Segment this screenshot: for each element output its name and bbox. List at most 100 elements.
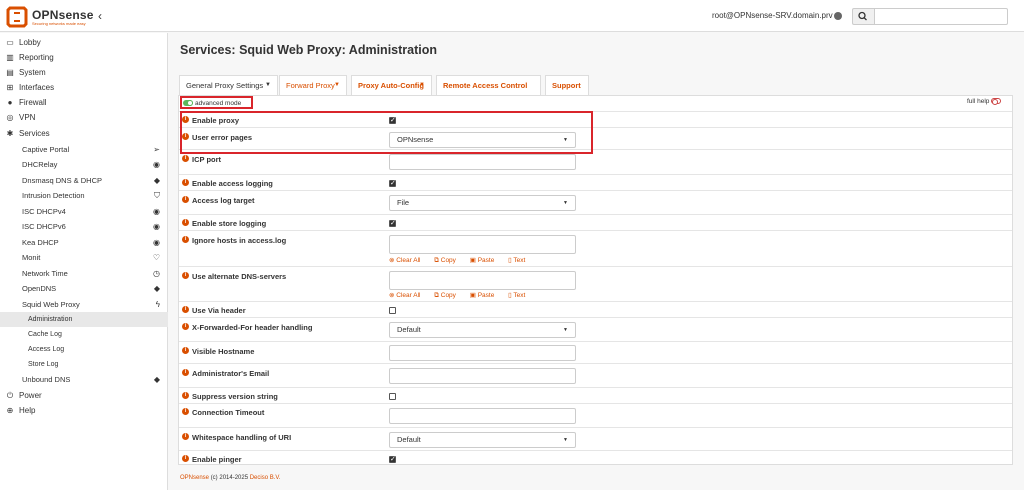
sidebar-item-opendns[interactable]: OpenDNS ◆ (0, 281, 168, 296)
top-bar: OPNsense Securing networks made easy ‹ r… (0, 0, 1024, 32)
enable-pinger-checkbox[interactable] (389, 455, 396, 463)
caret-down-icon: ▼ (419, 82, 425, 88)
sidebar-item-dhcrelay[interactable]: DHCRelay ◉ (0, 157, 168, 172)
copy-label: Copy (440, 257, 456, 264)
collapse-sidebar-icon[interactable]: ‹ (98, 9, 102, 23)
sidebar-item-store-log[interactable]: Store Log (0, 357, 168, 372)
whitespace-handling-select[interactable]: Default ▼ (389, 432, 576, 448)
paste-link[interactable]: ▣ Paste (470, 257, 501, 264)
info-icon[interactable]: i (182, 219, 189, 226)
footer: OPNsense (c) 2014-2025 Deciso B.V. (180, 475, 281, 481)
full-help-label: full help (967, 98, 990, 105)
field-label: Ignore hosts in access.log (192, 236, 287, 245)
info-icon[interactable]: i (182, 408, 189, 415)
x-forwarded-for-select[interactable]: Default ▼ (389, 322, 576, 338)
sidebar-item-captive-portal[interactable]: Captive Portal ➢ (0, 142, 168, 157)
info-icon[interactable]: i (182, 272, 189, 279)
user-account[interactable]: root@OPNsense-SRV.domain.prv (712, 11, 833, 20)
icp-port-input[interactable] (389, 154, 576, 170)
use-via-header-checkbox[interactable] (389, 307, 396, 314)
footer-brand-link[interactable]: OPNsense (180, 475, 209, 481)
opnsense-logo[interactable]: OPNsense Securing networks made easy (6, 6, 96, 28)
field-label: Administrator's Email (192, 369, 270, 378)
tab-forward-proxy[interactable]: Forward Proxy ▼ (279, 75, 347, 95)
copy-link[interactable]: ⧉ Copy (434, 257, 462, 264)
administrator-email-input[interactable] (389, 368, 576, 384)
text-label: Text (513, 292, 526, 299)
sidebar-item-services[interactable]: ✱ Services (0, 126, 168, 141)
sidebar-item-vpn[interactable]: ◎ VPN (0, 110, 168, 125)
info-icon[interactable]: i (182, 433, 189, 440)
sidebar-item-system[interactable]: ▤ System (0, 65, 168, 80)
globe-icon: ◎ (6, 113, 14, 122)
copy-link[interactable]: ⧉ Copy (434, 292, 462, 299)
tab-label: General Proxy Settings (186, 81, 264, 90)
sidebar-item-network-time[interactable]: Network Time ◷ (0, 266, 168, 281)
sidebar-item-squid-web-proxy[interactable]: Squid Web Proxy ϟ (0, 297, 168, 312)
field-label: Enable store logging (192, 219, 267, 228)
sidebar-item-monit[interactable]: Monit ♡ (0, 250, 168, 265)
sidebar-item-isc-dhcpv4[interactable]: ISC DHCPv4 ◉ (0, 204, 168, 219)
info-icon[interactable]: i (182, 347, 189, 354)
info-icon[interactable]: i (182, 196, 189, 203)
info-icon[interactable]: i (182, 179, 189, 186)
suppress-version-checkbox[interactable] (389, 393, 396, 400)
select-value: Default (397, 435, 421, 444)
tab-remote-access-control-lists[interactable]: Remote Access Control Lists (436, 75, 541, 109)
ignore-hosts-tokens-input[interactable] (389, 235, 576, 254)
info-icon[interactable]: i (182, 155, 189, 162)
sidebar-item-kea-dhcp[interactable]: Kea DHCP ◉ (0, 235, 168, 250)
sidebar-item-help[interactable]: ⊕ Help (0, 403, 168, 418)
paste-link[interactable]: ▣ Paste (470, 292, 501, 299)
sidebar-item-intrusion-detection[interactable]: Intrusion Detection ⛉ (0, 188, 168, 203)
target-icon: ◉ (153, 207, 160, 216)
caret-down-icon: ▼ (334, 82, 340, 88)
caret-down-icon: ▼ (563, 437, 568, 443)
sidebar-item-administration[interactable]: Administration (0, 312, 168, 327)
info-icon[interactable]: i (182, 306, 189, 313)
enable-access-logging-checkbox[interactable] (389, 179, 396, 187)
footer-company-link[interactable]: Deciso B.V. (250, 475, 281, 481)
info-icon[interactable]: i (182, 392, 189, 399)
sidebar-item-label: Network Time (22, 269, 68, 278)
clock-icon: ◷ (153, 269, 160, 278)
tab-general-proxy-settings[interactable]: General Proxy Settings ▼ (179, 75, 278, 96)
sidebar-item-label: Firewall (19, 98, 47, 107)
sidebar-item-access-log[interactable]: Access Log (0, 342, 168, 357)
sidebar-item-firewall[interactable]: ● Firewall (0, 95, 168, 110)
search-button[interactable] (852, 8, 874, 25)
sidebar-item-label: Captive Portal (22, 145, 70, 154)
text-link[interactable]: ▯ Text (508, 257, 531, 264)
search-input[interactable] (874, 8, 1008, 25)
visible-hostname-input[interactable] (389, 345, 576, 361)
tab-proxy-auto-config[interactable]: Proxy Auto-Config ▼ (351, 75, 432, 95)
enable-store-logging-checkbox[interactable] (389, 219, 396, 227)
tag-icon: ◆ (153, 375, 160, 384)
status-indicator-icon[interactable] (834, 12, 842, 20)
text-link[interactable]: ▯ Text (508, 292, 531, 299)
sidebar-item-unbound-dns[interactable]: Unbound DNS ◆ (0, 372, 168, 387)
row-access-log-target: i Access log target File ▼ (179, 190, 1012, 214)
opnsense-logo-icon (6, 6, 28, 28)
alternate-dns-tokens-input[interactable] (389, 271, 576, 290)
info-icon[interactable]: i (182, 323, 189, 330)
row-enable-pinger: i Enable pinger (179, 450, 1012, 465)
sidebar-item-interfaces[interactable]: ⊞ Interfaces (0, 80, 168, 95)
sidebar-item-lobby[interactable]: ▭ Lobby (0, 35, 168, 50)
sidebar-item-reporting[interactable]: ▥ Reporting (0, 50, 168, 65)
connection-timeout-input[interactable] (389, 408, 576, 424)
info-icon[interactable]: i (182, 455, 189, 462)
access-log-target-select[interactable]: File ▼ (389, 195, 576, 211)
plug-icon: ⏻ (6, 391, 14, 400)
tab-support[interactable]: Support (545, 75, 589, 95)
clear-all-link[interactable]: ⊗ Clear All (389, 292, 426, 299)
sidebar-item-isc-dhcpv6[interactable]: ISC DHCPv6 ◉ (0, 219, 168, 234)
info-icon[interactable]: i (182, 369, 189, 376)
clear-all-link[interactable]: ⊗ Clear All (389, 257, 426, 264)
sidebar-item-label: Access Log (28, 346, 65, 353)
full-help-toggle[interactable]: full help (967, 98, 1003, 106)
sidebar-item-cache-log[interactable]: Cache Log (0, 327, 168, 342)
info-icon[interactable]: i (182, 236, 189, 243)
sidebar-item-dnsmasq[interactable]: Dnsmasq DNS & DHCP ◆ (0, 173, 168, 188)
sidebar-item-power[interactable]: ⏻ Power (0, 388, 168, 403)
